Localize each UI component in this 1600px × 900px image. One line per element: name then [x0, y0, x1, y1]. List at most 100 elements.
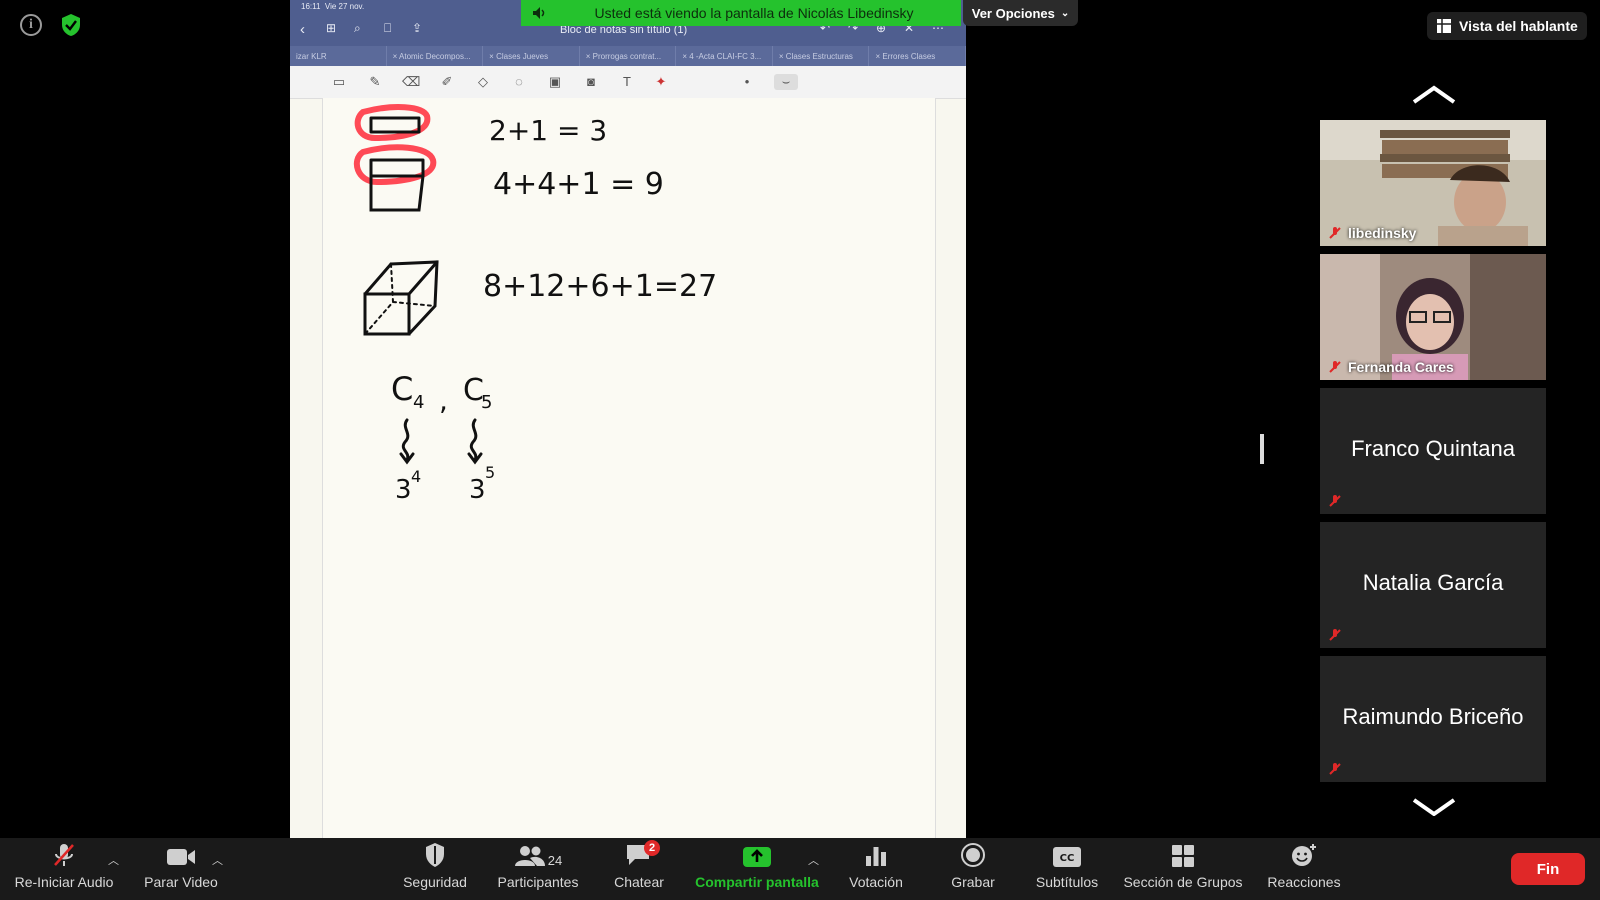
doc-tab[interactable]: × 4 -Acta CLAI-FC 3... — [676, 46, 773, 66]
back-icon[interactable]: ‹ — [300, 21, 305, 38]
grid-view-icon — [1437, 19, 1451, 33]
eraser-icon[interactable]: ⌫ — [402, 74, 420, 90]
document-tabs: izar KLR × Atomic Decompos... × Clases J… — [290, 46, 966, 66]
captions-button[interactable]: CC Subtítulos — [1030, 838, 1104, 900]
security-shield-icon[interactable] — [60, 13, 82, 37]
captions-label: Subtítulos — [1035, 874, 1099, 890]
speaker-view-button[interactable]: Vista del hablante — [1427, 12, 1587, 40]
cube-drawing — [363, 260, 439, 336]
chat-badge: 2 — [644, 840, 660, 856]
participants-count: 24 — [547, 853, 563, 868]
muted-mic-icon — [1329, 763, 1341, 775]
grid-icon[interactable]: ⊞ — [326, 21, 336, 35]
participant-name: Fernanda Cares — [1348, 359, 1454, 375]
video-label: Parar Video — [144, 874, 218, 890]
muted-mic-icon — [1329, 227, 1341, 239]
view-options-label: Ver Opciones — [971, 5, 1055, 21]
doc-tab[interactable]: × Prorrogas contrat... — [580, 46, 677, 66]
reactions-button[interactable]: Reacciones — [1262, 838, 1346, 900]
status-time: 16:11 — [301, 2, 321, 11]
security-label: Seguridad — [403, 874, 467, 890]
stroke-style-icon[interactable]: ⌣ — [774, 74, 798, 90]
speaker-icon — [533, 7, 545, 19]
participant-tile[interactable]: Franco Quintana — [1320, 388, 1546, 514]
equation-1: 2+1 = 3 — [489, 114, 607, 147]
smiley-reaction-icon — [1292, 844, 1316, 866]
pen-icon[interactable]: ✎ — [366, 74, 384, 90]
poll-button[interactable]: Votación — [840, 838, 912, 900]
search-icon[interactable]: ⌕ — [354, 21, 361, 36]
view-options-button[interactable]: Ver Opciones ⌄ — [963, 0, 1078, 26]
chat-button[interactable]: 2 Chatear — [604, 838, 674, 900]
shapes-icon[interactable]: ◇ — [474, 74, 492, 90]
participant-tile[interactable]: libedinsky — [1320, 120, 1546, 246]
security-button[interactable]: Seguridad — [394, 838, 476, 900]
image-icon[interactable]: ▣ — [546, 74, 564, 90]
chevron-down-icon[interactable] — [1412, 796, 1456, 816]
info-icon[interactable]: i — [20, 14, 42, 36]
c4-label: C — [391, 370, 413, 408]
shield-icon — [426, 843, 444, 867]
muted-mic-icon — [1329, 495, 1341, 507]
highlighter-icon[interactable]: ✐ — [438, 74, 456, 90]
share-icon[interactable]: ⇪ — [412, 21, 422, 35]
poll-chart-icon — [866, 847, 886, 866]
reader-icon[interactable]: ▭ — [330, 74, 348, 90]
participant-tile[interactable]: Natalia García — [1320, 522, 1546, 648]
power-exponent-2: 5 — [485, 463, 495, 482]
participant-name: libedinsky — [1348, 225, 1417, 241]
participant-tile[interactable]: Fernanda Cares — [1320, 254, 1546, 380]
video-camera-icon — [167, 849, 195, 865]
record-button[interactable]: Grabar — [938, 838, 1008, 900]
end-meeting-button[interactable]: Fin — [1511, 853, 1585, 885]
lasso-icon[interactable]: ◌ — [510, 74, 528, 90]
equation-2: 4+4+1 = 9 — [493, 167, 664, 202]
laser-pointer-icon[interactable]: ✦ — [652, 74, 670, 90]
doc-tab[interactable]: × Clases Jueves — [483, 46, 580, 66]
c4-subscript: 4 — [413, 392, 424, 413]
share-screen-button[interactable]: Compartir pantalla — [692, 838, 822, 900]
participant-name: Raimundo Briceño — [1342, 704, 1524, 729]
camera-icon[interactable]: ◙ — [582, 74, 600, 90]
chevron-up-icon[interactable] — [1412, 84, 1456, 104]
chevron-down-icon: ⌄ — [1060, 7, 1070, 19]
breakout-rooms-button[interactable]: Sección de Grupos — [1118, 838, 1248, 900]
record-icon — [961, 843, 985, 867]
shared-screen: 16:11 Vie 27 nov. ‹ ⊞ ⌕ ⎕ ⇪ Bloc de nota… — [290, 0, 966, 838]
caret-up-icon[interactable]: ︿ — [108, 852, 119, 868]
dot-size-icon[interactable]: • — [738, 74, 756, 90]
muted-mic-icon — [54, 844, 74, 866]
audio-label: Re-Iniciar Audio — [14, 874, 114, 890]
text-icon[interactable]: T — [618, 74, 636, 90]
meeting-toolbar: Re-Iniciar Audio ︿ Parar Video ︿ Segurid… — [0, 838, 1600, 900]
reactions-label: Reacciones — [1267, 874, 1341, 890]
audio-button[interactable]: Re-Iniciar Audio — [8, 838, 120, 900]
caret-up-icon[interactable]: ︿ — [212, 852, 223, 868]
doc-tab[interactable]: × Clases Estructuras — [773, 46, 870, 66]
status-date: Vie 27 nov. — [324, 2, 365, 11]
share-screen-icon — [743, 847, 771, 867]
banner-text: Usted está viendo la pantalla de Nicolás… — [594, 5, 914, 21]
chat-label: Chatear — [614, 874, 664, 890]
participant-name: Franco Quintana — [1351, 436, 1515, 461]
handwriting-canvas: 2+1 = 3 4+4+1 = 9 8+12+6+1=27 C 4 , C 5 … — [353, 104, 717, 505]
equation-3: 8+12+6+1=27 — [483, 269, 717, 304]
split-resize-handle[interactable] — [1260, 434, 1264, 464]
participants-button[interactable]: 24 Participantes — [490, 838, 586, 900]
breakout-label: Sección de Grupos — [1123, 874, 1243, 890]
poll-label: Votación — [849, 874, 903, 890]
speaker-view-label: Vista del hablante — [1459, 18, 1578, 34]
doc-tab[interactable]: izar KLR — [290, 46, 387, 66]
bookmark-icon[interactable]: ⎕ — [384, 21, 391, 36]
video-button[interactable]: Parar Video — [136, 838, 226, 900]
svg-text:CC: CC — [1060, 853, 1075, 864]
muted-mic-icon — [1329, 629, 1341, 641]
notebook-page[interactable]: 2+1 = 3 4+4+1 = 9 8+12+6+1=27 C 4 , C 5 … — [322, 98, 936, 838]
participant-tile[interactable]: Raimundo Briceño — [1320, 656, 1546, 782]
caret-up-icon[interactable]: ︿ — [808, 852, 819, 868]
c5-subscript: 5 — [481, 392, 492, 413]
doc-tab[interactable]: × Atomic Decompos... — [387, 46, 484, 66]
comma: , — [439, 384, 448, 417]
drawing-toolbar: ▭ ✎ ⌫ ✐ ◇ ◌ ▣ ◙ T ✦ • ⌣ — [290, 66, 966, 99]
doc-tab[interactable]: × Errores Clases — [869, 46, 966, 66]
